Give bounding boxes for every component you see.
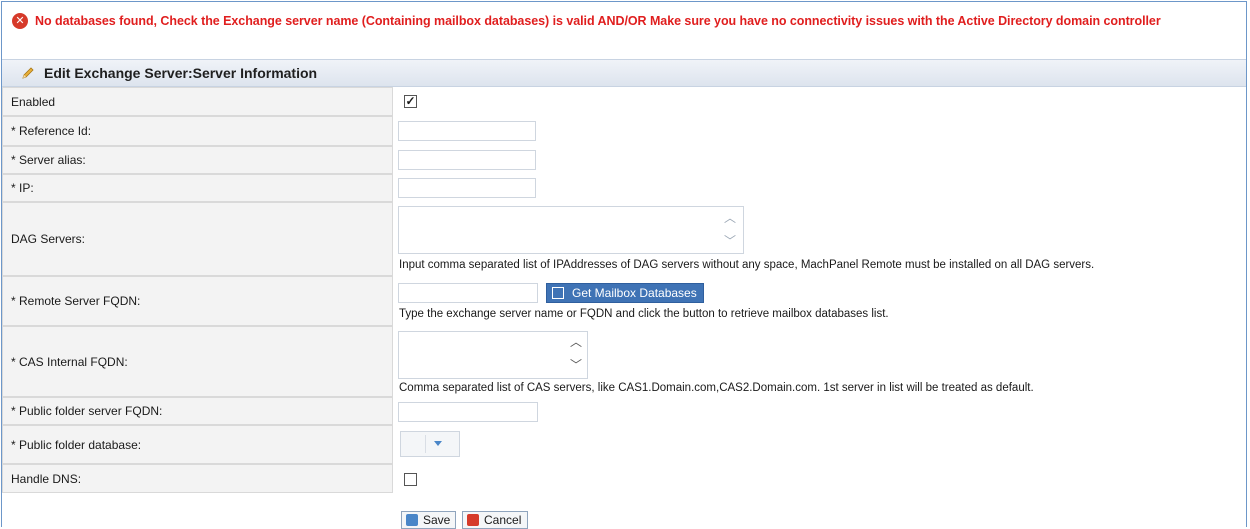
public-folder-fqdn-input[interactable]: [398, 402, 538, 422]
row-ip: * IP:: [2, 174, 1246, 202]
label-cell: * Public folder server FQDN:: [2, 397, 393, 425]
label-cell: * IP:: [2, 174, 393, 202]
dag-servers-label: DAG Servers:: [11, 232, 86, 246]
public-folder-db-select[interactable]: [400, 431, 460, 457]
scroll-up-icon[interactable]: ︿: [724, 212, 736, 224]
server-alias-label: * Server alias:: [11, 153, 86, 167]
reference-id-input[interactable]: [398, 121, 536, 141]
row-dag-servers: DAG Servers: ︿ ﹀ Input comma separated l…: [2, 202, 1246, 276]
remote-fqdn-hint: Type the exchange server name or FQDN an…: [399, 308, 889, 320]
label-cell: Enabled: [2, 87, 393, 116]
dag-servers-textarea[interactable]: [398, 206, 744, 254]
cancel-label: Cancel: [484, 513, 522, 527]
scroll-down-icon[interactable]: ﹀: [724, 235, 736, 247]
save-icon: [406, 514, 418, 526]
label-cell: * Reference Id:: [2, 116, 393, 146]
row-handle-dns: Handle DNS:: [2, 464, 1246, 493]
error-icon: ✕: [12, 13, 28, 29]
row-cas-fqdn: * CAS Internal FQDN: ︿ ﹀ Comma separated…: [2, 326, 1246, 397]
row-reference-id: * Reference Id:: [2, 116, 1246, 146]
error-message: No databases found, Check the Exchange s…: [35, 14, 1161, 28]
public-folder-fqdn-label: * Public folder server FQDN:: [11, 404, 163, 418]
row-enabled: Enabled ✓: [2, 87, 1246, 116]
scroll-up-icon[interactable]: ︿: [570, 336, 582, 348]
ip-input[interactable]: [398, 178, 536, 198]
save-label: Save: [423, 513, 451, 527]
cancel-icon: [467, 514, 479, 526]
select-divider: [425, 435, 426, 453]
row-public-folder-db: * Public folder database:: [2, 425, 1246, 464]
label-cell: * Public folder database:: [2, 425, 393, 464]
row-public-folder-fqdn: * Public folder server FQDN:: [2, 397, 1246, 425]
label-cell: Handle DNS:: [2, 464, 393, 493]
label-cell: * CAS Internal FQDN:: [2, 326, 393, 397]
chevron-down-icon[interactable]: [434, 441, 442, 446]
cancel-button[interactable]: Cancel: [462, 511, 528, 529]
row-server-alias: * Server alias:: [2, 146, 1246, 174]
save-button[interactable]: Save: [401, 511, 456, 529]
handle-dns-checkbox[interactable]: [404, 473, 417, 486]
cas-fqdn-label: * CAS Internal FQDN:: [11, 354, 128, 369]
section-title: Edit Exchange Server:Server Information: [44, 65, 318, 81]
server-alias-input[interactable]: [398, 150, 536, 170]
enabled-label: Enabled: [11, 94, 56, 109]
dag-servers-hint: Input comma separated list of IPAddresse…: [399, 259, 1095, 271]
cas-fqdn-hint: Comma separated list of CAS servers, lik…: [399, 382, 1034, 394]
section-header: Edit Exchange Server:Server Information: [2, 59, 1246, 87]
remote-fqdn-input[interactable]: [398, 283, 538, 303]
scroll-down-icon[interactable]: ﹀: [570, 359, 582, 371]
public-folder-db-label: * Public folder database:: [11, 437, 142, 452]
handle-dns-label: Handle DNS:: [11, 471, 82, 486]
enabled-checkbox[interactable]: ✓: [404, 95, 417, 108]
get-mailbox-databases-label: Get Mailbox Databases: [572, 286, 697, 300]
cas-fqdn-textarea[interactable]: [398, 331, 588, 379]
reference-id-label: * Reference Id:: [11, 124, 92, 138]
search-icon: [552, 287, 564, 299]
ip-label: * IP:: [11, 181, 34, 195]
label-cell: * Server alias:: [2, 146, 393, 174]
label-cell: * Remote Server FQDN:: [2, 276, 393, 326]
remote-fqdn-label: * Remote Server FQDN:: [11, 294, 141, 308]
pencil-icon: [22, 67, 34, 79]
error-banner: ✕ No databases found, Check the Exchange…: [2, 2, 1246, 44]
label-cell: DAG Servers:: [2, 202, 393, 276]
get-mailbox-databases-button[interactable]: Get Mailbox Databases: [546, 283, 704, 303]
